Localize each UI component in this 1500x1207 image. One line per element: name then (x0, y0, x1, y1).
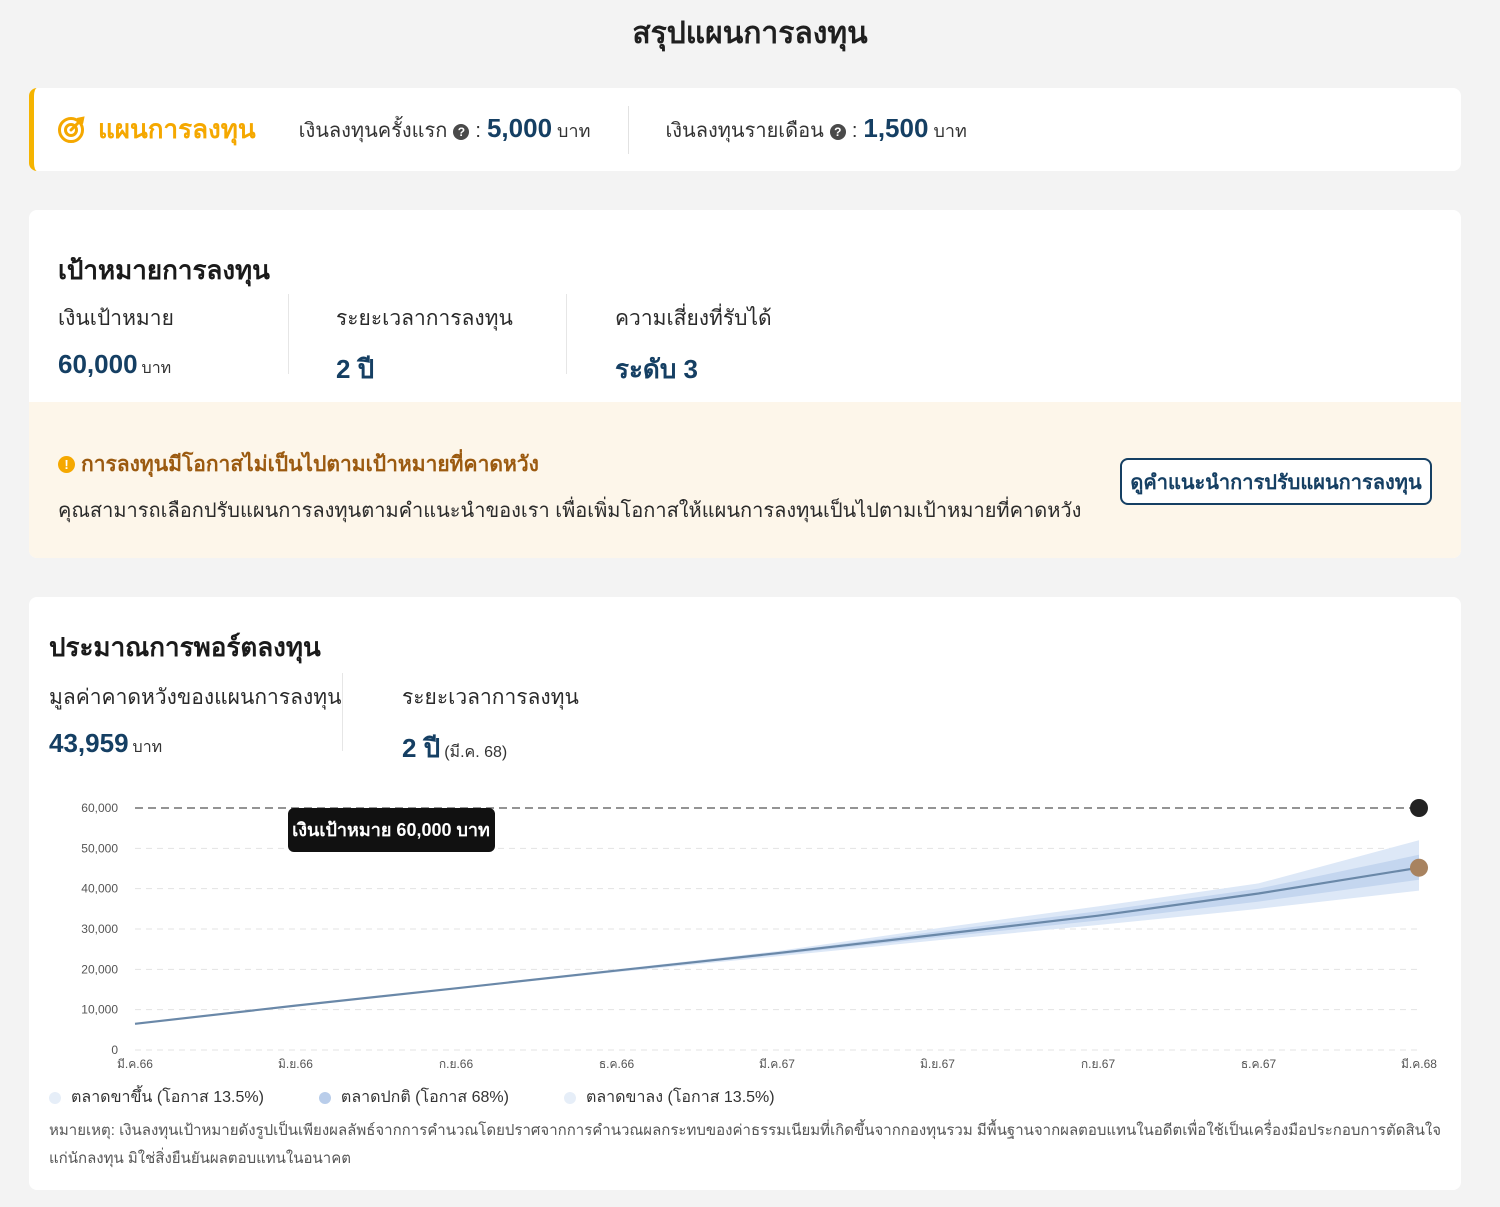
plan-title: แผนการลงทุน (98, 114, 256, 144)
y-tick-label: 10,000 (81, 1003, 118, 1017)
plan-summary-bar: แผนการลงทุน เงินลงทุนครั้งแรก ? : 5,000 … (29, 88, 1461, 171)
target-label: เงินเป้าหมาย 60,000 บาท (292, 820, 490, 840)
legend-item-bear: ตลาดขาลง (โอกาส 13.5%) (563, 1085, 775, 1110)
chart-legend: ตลาดขาขึ้น (โอกาส 13.5%) ตลาดปกติ (โอกาส… (49, 1085, 830, 1110)
x-tick-label: มิ.ย.67 (920, 1057, 955, 1071)
monthly-investment-value: 1,500 (863, 113, 929, 143)
warning-box: ! การลงทุนมีโอกาสไม่เป็นไปตามเป้าหมายที่… (29, 402, 1461, 558)
divider (628, 105, 630, 154)
x-tick-label: ธ.ค.66 (599, 1057, 635, 1071)
target-amount-value: 60,000 บาท (58, 349, 172, 379)
legend-dot (563, 1091, 576, 1104)
y-tick-label: 60,000 (81, 801, 118, 815)
duration-label: ระยะเวลาการลงทุน (336, 307, 513, 330)
page-title: สรุปแผนการลงทุน (632, 17, 868, 50)
view-recommendation-button[interactable]: ดูคำแนะนำการปรับแผนการลงทุน (1120, 458, 1432, 505)
inner-range-band (135, 854, 1419, 1024)
investment-duration: ระยะเวลาการลงทุน 2 ปี (336, 302, 513, 384)
duration-value: 2 ปี (336, 354, 375, 384)
x-tick-label: ธ.ค.67 (1241, 1057, 1277, 1071)
help-icon[interactable]: ? (829, 124, 846, 140)
divider (566, 294, 567, 374)
outer-range-band (135, 840, 1419, 1024)
x-tick-label: มี.ค.67 (759, 1057, 795, 1071)
portfolio-projection-chart: 0 10,000 20,000 30,000 40,000 50,000 60,000 มี.… (81, 799, 1437, 1071)
legend-item-normal: ตลาดปกติ (โอกาส 68%) (318, 1085, 509, 1110)
initial-investment-value: 5,000 (486, 113, 553, 143)
warning-title-text: การลงทุนมีโอกาสไม่เป็นไปตามเป้าหมายที่คา… (81, 453, 539, 476)
legend-label: ตลาดขาลง (โอกาส 13.5%) (585, 1089, 775, 1106)
colon: : (475, 120, 481, 142)
y-tick-label: 50,000 (81, 841, 118, 855)
y-tick-label: 30,000 (81, 922, 118, 936)
risk-value: ระดับ 3 (615, 354, 699, 384)
divider (288, 294, 289, 374)
currency-unit: บาท (933, 121, 967, 141)
warning-text: คุณสามารถเลือกปรับแผนการลงทุนตามคำแนะนำข… (58, 500, 1082, 522)
risk-label: ความเสี่ยงที่รับได้ (615, 307, 772, 330)
target-end-marker (1410, 799, 1428, 817)
legend-label: ตลาดขาขึ้น (โอกาส 13.5%) (71, 1089, 264, 1106)
y-tick-label: 20,000 (81, 962, 118, 976)
info-icon: ! (58, 456, 75, 473)
target-amount-label: เงินเป้าหมาย (58, 307, 174, 330)
goal-title: เป้าหมายการลงทุน (58, 255, 270, 285)
risk-level: ความเสี่ยงที่รับได้ ระดับ 3 (615, 302, 772, 384)
target-arrow-icon (58, 115, 85, 143)
initial-investment-label: เงินลงทุนครั้งแรก (298, 120, 448, 142)
y-tick-label: 40,000 (81, 882, 118, 896)
x-tick-label: มี.ค.66 (117, 1057, 153, 1071)
x-tick-label: ก.ย.67 (1081, 1057, 1116, 1071)
currency-unit: บาท (557, 121, 591, 141)
y-tick-label: 0 (111, 1043, 118, 1057)
projection-end-marker (1410, 858, 1428, 877)
goal-card: เป้าหมายการลงทุน เงินเป้าหมาย 60,000 บาท … (29, 210, 1461, 558)
legend-dot (318, 1091, 331, 1104)
x-tick-label: มิ.ย.66 (278, 1057, 313, 1071)
monthly-investment-label: เงินลงทุนรายเดือน (665, 120, 824, 142)
initial-investment: เงินลงทุนครั้งแรก ? : 5,000 บาท (299, 113, 591, 146)
monthly-investment: เงินลงทุนรายเดือน ? : 1,500 บาท (665, 113, 966, 146)
target-amount: เงินเป้าหมาย 60,000 บาท (58, 302, 174, 382)
portfolio-card: ประมาณการพอร์ตลงทุน มูลค่าคาดหวังของแผนก… (29, 597, 1461, 1190)
x-tick-label: มี.ค.68 (1401, 1057, 1437, 1071)
legend-item-bull: ตลาดขาขึ้น (โอกาส 13.5%) (49, 1085, 264, 1110)
currency-unit: บาท (141, 360, 172, 377)
help-icon[interactable]: ? (453, 124, 470, 140)
warning-title: ! การลงทุนมีโอกาสไม่เป็นไปตามเป้าหมายที่… (58, 448, 539, 481)
disclaimer-note: หมายเหตุ: เงินลงทุนเป้าหมายดังรูปเป็นเพี… (49, 1122, 1441, 1167)
x-tick-label: ก.ย.66 (439, 1057, 474, 1071)
legend-dot (49, 1091, 61, 1104)
colon: : (851, 120, 858, 142)
legend-label: ตลาดปกติ (โอกาส 68%) (340, 1089, 509, 1106)
